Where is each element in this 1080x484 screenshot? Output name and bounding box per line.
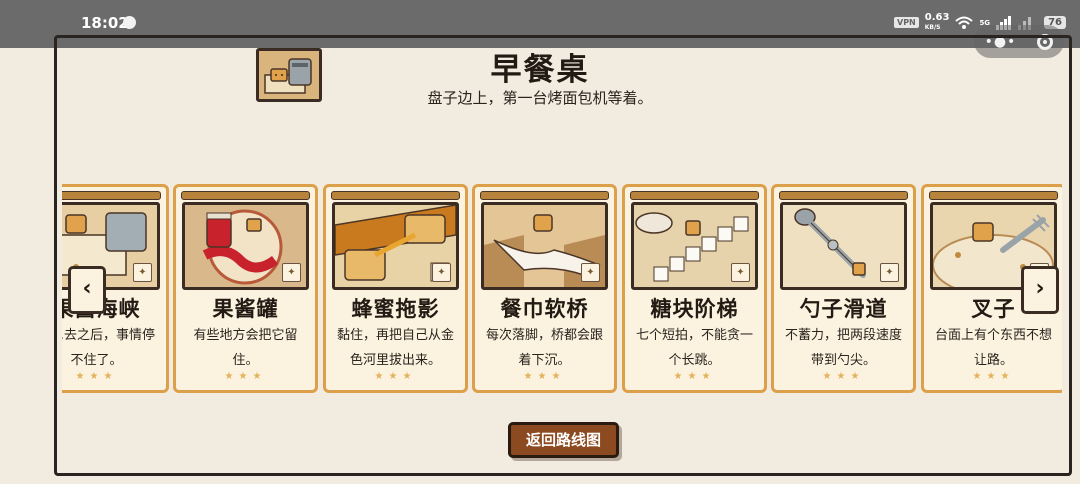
card-stars: ★★★ [673, 371, 716, 382]
card-badge-icon: ✦ [581, 263, 600, 282]
card-title: 勺子滑道 [799, 297, 888, 321]
level-card-3[interactable]: ✦ 餐巾软桥 每次落脚，桥都会跟着下沉。 ★★★ [472, 184, 617, 393]
status-time: 18:02 [81, 14, 129, 32]
card-topbar [929, 191, 1058, 200]
card-description: 每次落脚，桥都会跟着下沉。 [485, 328, 603, 368]
page-subtitle: 盘子边上，第一台烤面包机等着。 [427, 89, 653, 107]
card-topbar [62, 191, 161, 200]
card-stars: ★★★ [822, 371, 865, 382]
card-description: 黏住，再把自己从金色河里拔出来。 [336, 328, 454, 368]
card-description: ……去之后，事情停不住了。 [62, 328, 155, 368]
card-title: 果酱罐 [212, 297, 279, 321]
notification-dot-icon [123, 16, 136, 29]
prev-arrow-button[interactable]: ‹ [68, 266, 106, 314]
card-image: ✦ [631, 202, 758, 290]
card-description: 有些地方会把它留住。 [193, 328, 298, 368]
card-badge-icon: ✦ [432, 263, 451, 282]
page-title: 早餐桌 [490, 52, 590, 88]
level-carousel[interactable]: ✦ 果酱海峡 ……去之后，事情停不住了。 ★★★ ✦ 果酱罐 有些地方会把它留住… [62, 184, 1062, 396]
card-description: 台面上有个东西不想让路。 [934, 328, 1052, 368]
card-image: ✦ [182, 202, 309, 290]
card-topbar [630, 191, 759, 200]
card-stars: ★★★ [75, 371, 118, 382]
card-title: 餐巾软桥 [500, 297, 589, 321]
card-topbar [331, 191, 460, 200]
card-image: ✦ [780, 202, 907, 290]
card-topbar [480, 191, 609, 200]
network-speed: 0.63 KB/S [925, 13, 950, 32]
card-badge-icon: ✦ [133, 263, 152, 282]
card-stars: ★★★ [374, 371, 417, 382]
card-badge-icon: ✦ [880, 263, 899, 282]
card-badge-icon: ✦ [731, 263, 750, 282]
vpn-icon: VPN [894, 17, 919, 28]
card-title: 糖块阶梯 [650, 297, 739, 321]
card-description: 七个短拍，不能贪一个长跳。 [635, 328, 753, 368]
card-stars: ★★★ [523, 371, 566, 382]
card-image: ✦ [332, 202, 459, 290]
level-card-2[interactable]: ✦ 蜂蜜拖影 黏住，再把自己从金色河里拔出来。 ★★★ [323, 184, 468, 393]
level-card-1[interactable]: ✦ 果酱罐 有些地方会把它留住。 ★★★ [173, 184, 318, 393]
card-title: 蜂蜜拖影 [351, 297, 440, 321]
level-card-5[interactable]: ✦ 勺子滑道 不蓄力，把两段速度带到勺尖。 ★★★ [771, 184, 916, 393]
card-stars: ★★★ [972, 371, 1015, 382]
level-card-4[interactable]: ✦ 糖块阶梯 七个短拍，不能贪一个长跳。 ★★★ [622, 184, 767, 393]
next-arrow-button[interactable]: › [1021, 266, 1059, 314]
card-badge-icon: ✦ [282, 263, 301, 282]
back-to-map-button[interactable]: 返回路线图 [508, 422, 619, 458]
card-stars: ★★★ [224, 371, 267, 382]
card-image: ✦ [481, 202, 608, 290]
speed-unit: KB/S [924, 24, 941, 31]
speed-value: 0.63 [924, 12, 950, 23]
wifi-icon [955, 16, 974, 29]
card-description: 不蓄力，把两段速度带到勺尖。 [784, 328, 902, 368]
card-topbar [779, 191, 908, 200]
card-topbar [181, 191, 310, 200]
